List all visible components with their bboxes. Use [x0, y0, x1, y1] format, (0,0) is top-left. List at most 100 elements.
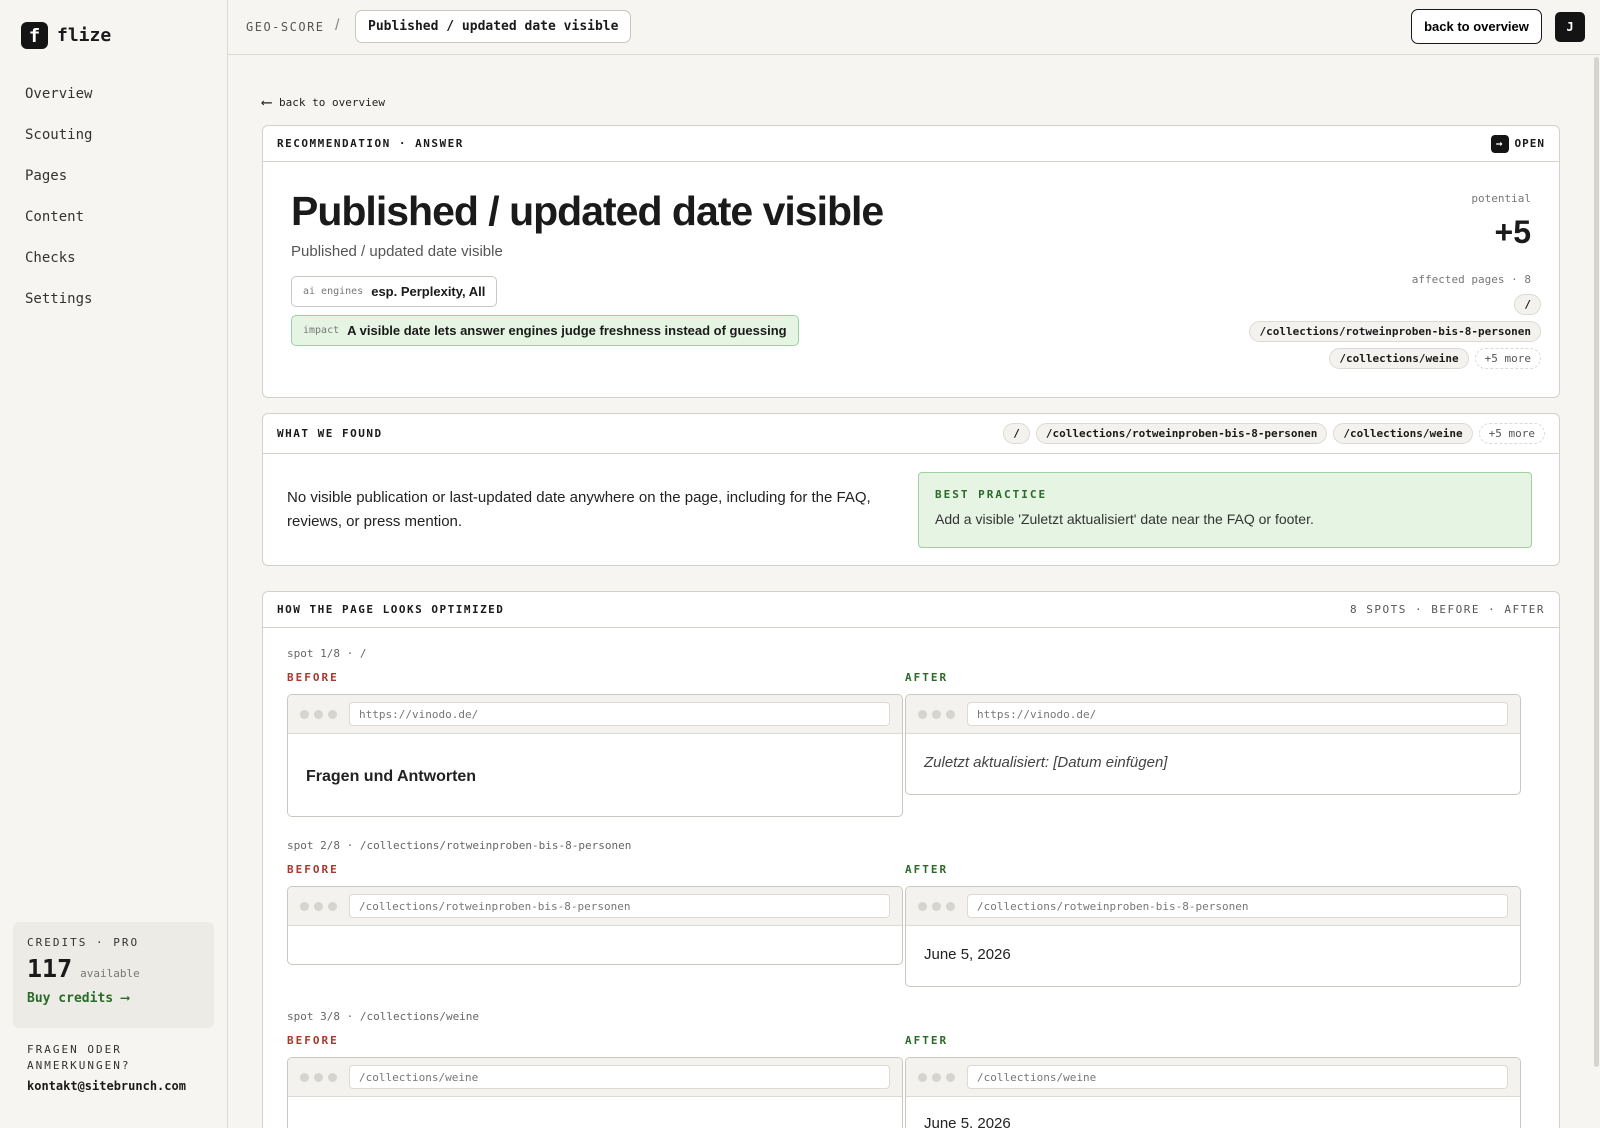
url-field: /collections/weine	[967, 1065, 1508, 1089]
sidebar-item-pages[interactable]: Pages	[25, 165, 92, 206]
after-content: June 5, 2026	[924, 1115, 1011, 1128]
url-field: /collections/rotweinproben-bis-8-persone…	[349, 894, 890, 918]
back-link-label: back to overview	[279, 95, 385, 109]
sidebar: f flize Overview Scouting Pages Content …	[0, 0, 228, 1128]
credits-label: CREDITS · PRO	[27, 936, 140, 949]
recommendation-card: RECOMMENDATION · ANSWER → OPEN Published…	[262, 125, 1560, 398]
after-content: Zuletzt aktualisiert: [Datum einfügen]	[924, 754, 1168, 771]
open-arrow-icon: →	[1490, 134, 1509, 153]
url-field: https://vinodo.de/	[967, 702, 1508, 726]
url-field: https://vinodo.de/	[349, 702, 890, 726]
window-dot	[932, 709, 941, 719]
credits-available-label: available	[80, 967, 140, 980]
best-practice-label: BEST PRACTICE	[935, 488, 1048, 501]
url-field: /collections/rotweinproben-bis-8-persone…	[967, 894, 1508, 918]
spot-item: spot 1/8 · / BEFORE AFTER https://vinodo…	[287, 647, 1537, 827]
impact-key: impact	[303, 325, 340, 336]
before-label: BEFORE	[287, 671, 339, 684]
more-pages-pill[interactable]: +5 more	[1478, 423, 1545, 444]
buy-credits-link[interactable]: Buy credits ⟶	[27, 991, 200, 1006]
found-header: WHAT WE FOUND	[277, 427, 383, 440]
scrollbar[interactable]	[1594, 57, 1599, 1067]
found-description: No visible publication or last-updated d…	[287, 489, 871, 530]
page-pill[interactable]: /collections/rotweinproben-bis-8-persone…	[1035, 423, 1328, 444]
impact-chip: impact A visible date lets answer engine…	[291, 315, 799, 346]
page-pill[interactable]: /collections/weine	[1333, 423, 1473, 444]
url-field: /collections/weine	[349, 1065, 890, 1089]
window-dot	[300, 901, 309, 911]
potential-label: potential	[1471, 192, 1531, 205]
best-practice-text: Add a visible 'Zuletzt aktualisiert' dat…	[935, 511, 1314, 527]
after-label: AFTER	[905, 671, 949, 684]
found-card: WHAT WE FOUND / /collections/rotweinprob…	[262, 413, 1560, 566]
contact-email[interactable]: kontakt@sitebrunch.com	[27, 1079, 217, 1093]
before-preview: /collections/weine	[287, 1057, 903, 1128]
best-practice-box: BEST PRACTICE Add a visible 'Zuletzt akt…	[918, 472, 1532, 548]
after-preview: /collections/weine June 5, 2026	[905, 1057, 1521, 1128]
before-preview: https://vinodo.de/ Fragen und Antworten	[287, 694, 903, 817]
main-content: ⟵ back to overview RECOMMENDATION · ANSW…	[228, 55, 1600, 1128]
after-label: AFTER	[905, 863, 949, 876]
ai-engines-value: esp. Perplexity, All	[371, 284, 486, 299]
back-to-overview-button[interactable]: back to overview	[1411, 9, 1542, 44]
breadcrumb-separator: /	[335, 17, 340, 34]
recommendation-subtitle: Published / updated date visible	[291, 243, 503, 260]
window-dot	[314, 709, 323, 719]
breadcrumb-current: Published / updated date visible	[355, 10, 632, 43]
window-dot	[932, 1072, 941, 1082]
optimized-card: HOW THE PAGE LOOKS OPTIMIZED 8 SPOTS · B…	[262, 591, 1560, 1128]
window-dot	[328, 709, 337, 719]
page-pill[interactable]: /collections/weine	[1329, 348, 1469, 369]
arrow-right-icon: ⟶	[121, 991, 129, 1006]
optimized-meta: 8 SPOTS · BEFORE · AFTER	[1350, 603, 1545, 616]
optimized-header: HOW THE PAGE LOOKS OPTIMIZED	[277, 603, 505, 616]
back-link[interactable]: ⟵ back to overview	[262, 93, 385, 111]
buy-credits-label: Buy credits	[27, 991, 114, 1006]
sidebar-item-scouting[interactable]: Scouting	[25, 124, 92, 165]
page-pill[interactable]: /	[1514, 294, 1541, 315]
spot-item: spot 2/8 · /collections/rotweinproben-bi…	[287, 839, 1537, 999]
contact-block: FRAGEN ODER ANMERKUNGEN? kontakt@sitebru…	[27, 1042, 217, 1093]
spot-label: spot 1/8 · /	[287, 647, 367, 660]
contact-question: FRAGEN ODER ANMERKUNGEN?	[27, 1043, 131, 1072]
potential-value: +5	[1494, 214, 1531, 250]
spot-label: spot 3/8 · /collections/weine	[287, 1010, 480, 1023]
window-dot	[918, 1072, 927, 1082]
window-dot	[314, 901, 323, 911]
more-pages-pill[interactable]: +5 more	[1474, 348, 1541, 369]
window-dot	[918, 709, 927, 719]
sidebar-item-content[interactable]: Content	[25, 206, 92, 247]
arrow-left-icon: ⟵	[262, 93, 272, 111]
after-preview: https://vinodo.de/ Zuletzt aktualisiert:…	[905, 694, 1521, 795]
credits-count: 117	[27, 954, 73, 983]
window-dot	[300, 709, 309, 719]
before-label: BEFORE	[287, 863, 339, 876]
before-label: BEFORE	[287, 1034, 339, 1047]
logo[interactable]: f flize	[21, 22, 111, 49]
app-name: flize	[57, 25, 112, 46]
window-dot	[918, 901, 927, 911]
page-pill[interactable]: /	[1003, 423, 1030, 444]
before-preview: /collections/rotweinproben-bis-8-persone…	[287, 886, 903, 965]
spot-label: spot 2/8 · /collections/rotweinproben-bi…	[287, 839, 632, 852]
window-dot	[946, 901, 955, 911]
window-dot	[300, 1072, 309, 1082]
ai-engines-chip: ai engines esp. Perplexity, All	[291, 276, 498, 307]
page-pill[interactable]: /collections/rotweinproben-bis-8-persone…	[1249, 321, 1541, 342]
window-dot	[932, 901, 941, 911]
sidebar-item-overview[interactable]: Overview	[25, 83, 92, 124]
recommendation-header: RECOMMENDATION · ANSWER	[277, 137, 464, 150]
after-content: June 5, 2026	[924, 946, 1011, 963]
recommendation-title: Published / updated date visible	[291, 188, 884, 234]
after-preview: /collections/rotweinproben-bis-8-persone…	[905, 886, 1521, 987]
sidebar-item-settings[interactable]: Settings	[25, 288, 92, 329]
status-label: OPEN	[1514, 137, 1545, 150]
breadcrumb-root[interactable]: GEO-SCORE	[246, 20, 325, 34]
status-badge[interactable]: → OPEN	[1490, 134, 1546, 153]
avatar[interactable]: J	[1555, 12, 1585, 42]
logo-icon: f	[21, 22, 48, 49]
window-dot	[946, 709, 955, 719]
window-dot	[328, 901, 337, 911]
affected-pages-label: affected pages · 8	[1411, 273, 1531, 286]
sidebar-item-checks[interactable]: Checks	[25, 247, 92, 288]
